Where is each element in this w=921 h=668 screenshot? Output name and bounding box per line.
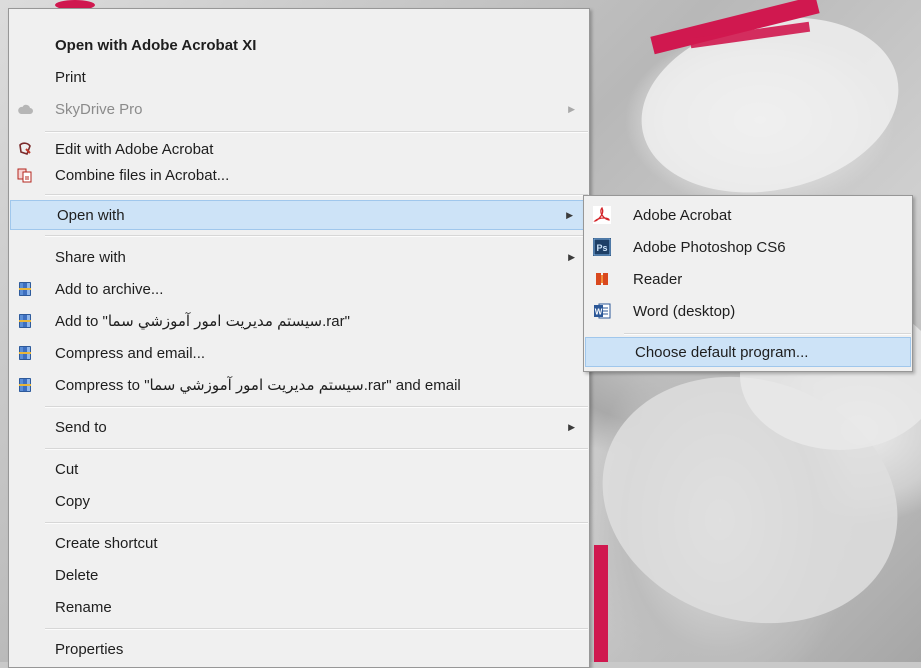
menu-item-compress-and-email[interactable]: Compress and email... xyxy=(9,338,589,368)
winrar-icon xyxy=(17,345,33,361)
menu-item-rename[interactable]: Rename xyxy=(9,592,589,622)
menu-item-label: Share with xyxy=(55,248,126,266)
svg-text:W: W xyxy=(595,308,603,317)
menu-item-label: Add to "سيستم مديريت امور آموزشي سما.rar… xyxy=(55,313,350,330)
winrar-icon xyxy=(17,313,33,329)
menu-item-open-with-acrobat[interactable]: Open with Adobe Acrobat XI xyxy=(9,30,589,60)
menu-item-label: Edit with Adobe Acrobat xyxy=(55,140,214,158)
submenu-item-adobe-photoshop[interactable]: Ps Adobe Photoshop CS6 xyxy=(584,232,912,262)
menu-item-properties[interactable]: Properties xyxy=(9,634,589,664)
menu-item-label: Send to xyxy=(55,418,107,436)
word-icon: W xyxy=(593,302,611,320)
menu-item-open-with[interactable]: Open with ▶ xyxy=(10,200,588,230)
submenu-item-label: Word (desktop) xyxy=(633,302,736,320)
wallpaper-pink-petal xyxy=(594,545,608,662)
context-menu: Open with Adobe Acrobat XI Print SkyDriv… xyxy=(8,8,590,668)
photoshop-icon: Ps xyxy=(593,238,611,256)
submenu-item-label: Adobe Photoshop CS6 xyxy=(633,238,786,256)
acrobat-combine-icon xyxy=(17,167,33,183)
menu-item-skydrive-pro[interactable]: SkyDrive Pro ▶ xyxy=(9,94,589,124)
submenu-item-label: Choose default program... xyxy=(635,343,809,361)
menu-item-copy[interactable]: Copy xyxy=(9,486,589,516)
reader-icon xyxy=(593,270,611,288)
chevron-right-icon: ▶ xyxy=(566,209,573,220)
menu-separator xyxy=(45,628,588,630)
menu-item-label: Open with xyxy=(57,206,125,224)
submenu-item-adobe-acrobat[interactable]: Adobe Acrobat xyxy=(584,200,912,230)
chevron-right-icon: ▶ xyxy=(568,103,575,114)
menu-item-compress-to-rar-and-email[interactable]: Compress to "سيستم مديريت امور آموزشي سم… xyxy=(9,370,589,400)
menu-separator xyxy=(45,131,588,133)
menu-item-label: Print xyxy=(55,68,86,86)
menu-item-send-to[interactable]: Send to ▶ xyxy=(9,412,589,442)
menu-item-delete[interactable]: Delete xyxy=(9,560,589,590)
submenu-item-reader[interactable]: Reader xyxy=(584,264,912,294)
menu-separator xyxy=(45,448,588,450)
menu-item-label: Rename xyxy=(55,598,112,616)
chevron-right-icon: ▶ xyxy=(568,251,575,262)
submenu-item-word[interactable]: W Word (desktop) xyxy=(584,296,912,326)
chevron-right-icon: ▶ xyxy=(568,421,575,432)
menu-item-label: Compress to "سيستم مديريت امور آموزشي سم… xyxy=(55,377,461,394)
submenu-item-choose-default-program[interactable]: Choose default program... xyxy=(585,337,911,367)
menu-item-label: Combine files in Acrobat... xyxy=(55,166,230,184)
svg-text:Ps: Ps xyxy=(596,243,607,253)
menu-item-label: Properties xyxy=(55,640,124,658)
menu-item-label: Copy xyxy=(55,492,91,510)
menu-item-label: Add to archive... xyxy=(55,280,164,298)
submenu-item-label: Reader xyxy=(633,270,683,288)
acrobat-icon xyxy=(593,206,611,224)
submenu-item-label: Adobe Acrobat xyxy=(633,206,732,224)
menu-item-label: Create shortcut xyxy=(55,534,158,552)
menu-item-share-with[interactable]: Share with ▶ xyxy=(9,242,589,272)
winrar-icon xyxy=(17,281,33,297)
winrar-icon xyxy=(17,377,33,393)
open-with-submenu: Adobe Acrobat Ps Adobe Photoshop CS6 Rea… xyxy=(583,195,913,372)
menu-item-label: Open with Adobe Acrobat XI xyxy=(55,36,257,54)
menu-item-print[interactable]: Print xyxy=(9,62,589,92)
menu-item-label: Delete xyxy=(55,566,99,584)
acrobat-edit-icon xyxy=(17,141,33,157)
menu-separator xyxy=(45,194,588,196)
menu-item-label: Cut xyxy=(55,460,79,478)
menu-item-create-shortcut[interactable]: Create shortcut xyxy=(9,528,589,558)
cloud-icon xyxy=(17,101,33,117)
menu-item-add-to-rar[interactable]: Add to "سيستم مديريت امور آموزشي سما.rar… xyxy=(9,306,589,336)
menu-separator xyxy=(45,235,588,237)
menu-separator xyxy=(45,406,588,408)
menu-item-label: SkyDrive Pro xyxy=(55,100,143,118)
menu-item-cut[interactable]: Cut xyxy=(9,454,589,484)
menu-item-label: Compress and email... xyxy=(55,344,206,362)
submenu-separator xyxy=(624,333,911,335)
menu-separator xyxy=(45,522,588,524)
menu-item-combine-files[interactable]: Combine files in Acrobat... xyxy=(9,160,589,190)
menu-item-add-to-archive[interactable]: Add to archive... xyxy=(9,274,589,304)
